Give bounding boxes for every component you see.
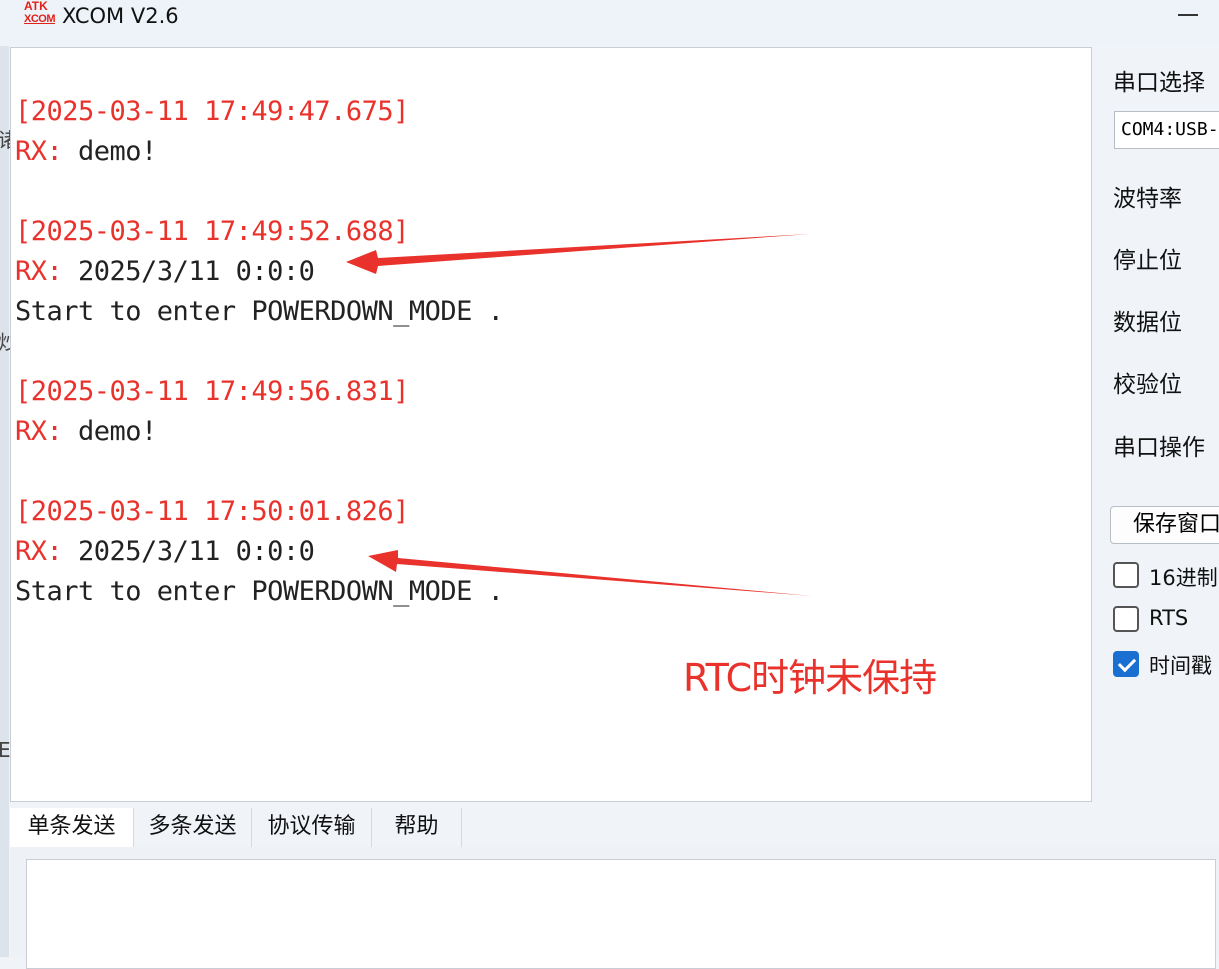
log-line: [2025-03-11 17:50:01.826] [15, 496, 409, 527]
databits-label: 数据位 [1113, 310, 1182, 336]
timestamp-label: 时间戳 [1149, 654, 1212, 678]
log-line: Start to enter POWERDOWN_MODE . [15, 576, 504, 607]
parity-label: 校验位 [1113, 372, 1182, 398]
port-operate-label: 串口操作 [1113, 435, 1205, 461]
baud-label: 波特率 [1113, 186, 1182, 212]
port-label: 串口选择 [1113, 70, 1205, 96]
log-line: RX: demo! [15, 416, 157, 447]
log-line: [2025-03-11 17:49:47.675] [15, 96, 409, 127]
log-line: [2025-03-11 17:49:56.831] [15, 376, 409, 407]
window-title: XCOM V2.6 [62, 4, 179, 28]
logo-bottom-text: XCOM [24, 13, 56, 25]
log-line: RX: demo! [15, 136, 157, 167]
log-line: RX: 2025/3/11 0:0:0 [15, 256, 315, 287]
send-area [10, 847, 1219, 969]
send-input[interactable] [26, 859, 1216, 969]
hex-checkbox[interactable] [1113, 562, 1139, 588]
settings-panel: 串口选择 COM4:USB- 波特率 停止位 数据位 校验位 串口操作 保存窗口… [1095, 47, 1219, 807]
minimize-icon[interactable] [1174, 0, 1204, 30]
title-bar: ATK XCOM XCOM V2.6 [0, 0, 1219, 46]
tab-help[interactable]: 帮助 [372, 808, 462, 848]
log-line: [2025-03-11 17:49:52.688] [15, 216, 409, 247]
atk-xcom-logo: ATK XCOM [24, 0, 58, 30]
log-line: RX: 2025/3/11 0:0:0 [15, 536, 315, 567]
logo-top-text: ATK [24, 0, 48, 13]
tab-single-send[interactable]: 单条发送 [10, 808, 134, 848]
annotation-text: RTC时钟未保持 [683, 656, 937, 700]
timestamp-checkbox[interactable] [1113, 651, 1139, 677]
tab-multi-send[interactable]: 多条发送 [134, 808, 252, 848]
log-line: Start to enter POWERDOWN_MODE . [15, 296, 504, 327]
save-window-button[interactable]: 保存窗口 [1110, 506, 1219, 544]
port-select[interactable]: COM4:USB- [1114, 111, 1219, 149]
tab-protocol[interactable]: 协议传输 [252, 808, 372, 848]
background-window-edge: 诸 炒 E [0, 46, 18, 957]
stopbits-label: 停止位 [1113, 248, 1182, 274]
hex-label: 16进制 [1149, 566, 1218, 590]
send-tabs: 单条发送 多条发送 协议传输 帮助 [10, 808, 1219, 848]
rts-checkbox[interactable] [1113, 606, 1139, 632]
rts-label: RTS [1149, 606, 1189, 630]
